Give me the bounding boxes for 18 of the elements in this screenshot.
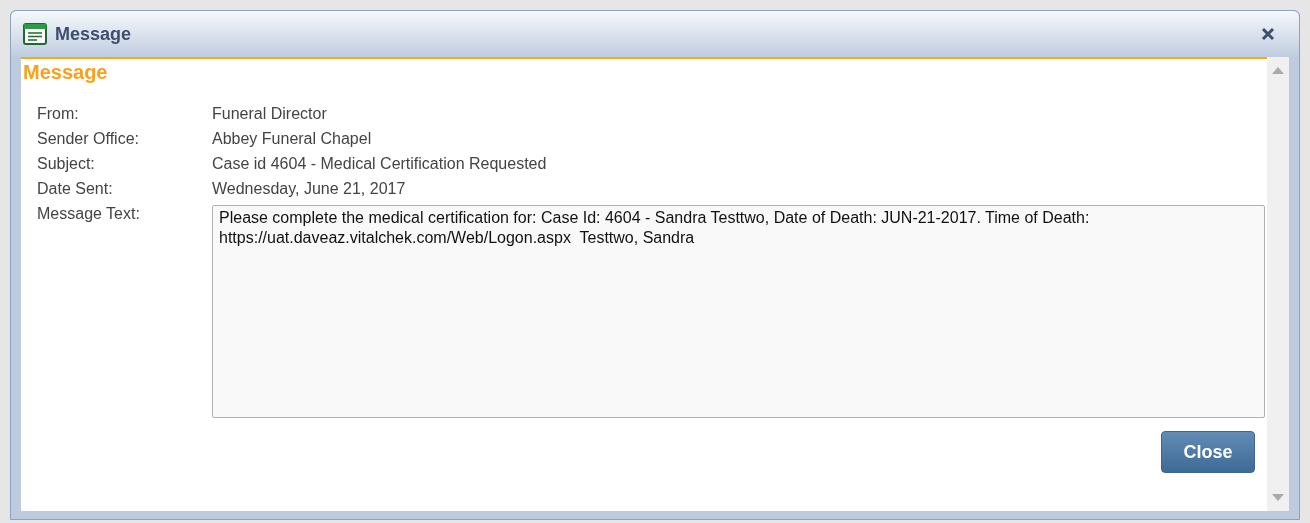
field-label: Date Sent: [37,179,114,199]
field-value: Wednesday, June 21, 2017 [212,179,407,199]
up-arrow-icon[interactable] [1272,67,1284,74]
message-text-field[interactable]: Please complete the medical certification for: Case Id: 4604 - Sandra Testtwo, Date of Death: JUN-21-2017. Time of Death: https://uat.daveaz.vitalchek.com/Web/Logon.aspx Testtwo, Sandra [212,205,1265,418]
window-title: Message [55,23,133,45]
down-arrow-icon[interactable] [1272,494,1284,501]
field-value: Case id 4604 - Medical Certification Requested [212,154,548,174]
field-label: Sender Office: [37,129,140,149]
section-heading: Message [23,61,109,85]
field-label: Subject: [37,154,96,174]
field-label: From: [37,104,80,124]
field-value: Funeral Director [212,104,328,124]
field-label: Message Text: [37,204,141,224]
message-icon [23,23,47,45]
close-button[interactable]: Close [1161,431,1255,473]
scrollbar[interactable] [1267,57,1289,511]
close-icon[interactable] [1259,25,1277,43]
field-value: Abbey Funeral Chapel [212,129,373,149]
